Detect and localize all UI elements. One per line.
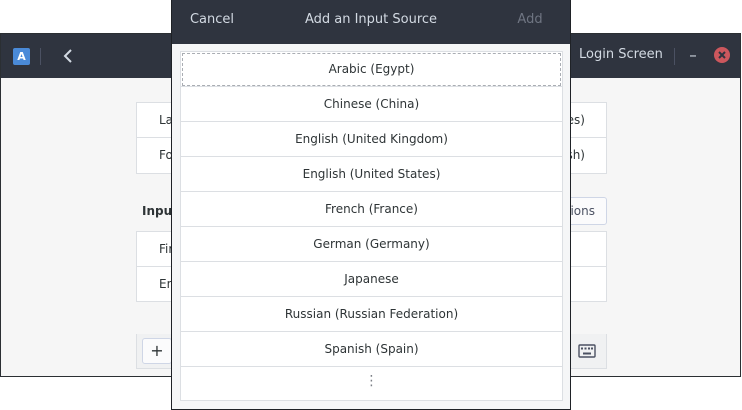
dialog-headerbar: Cancel Add an Input Source Add — [172, 0, 570, 44]
language-item-japanese[interactable]: Japanese — [181, 262, 562, 297]
language-item-chinese-china[interactable]: Chinese (China) — [181, 87, 562, 122]
language-item-german-germany[interactable]: German (Germany) — [181, 227, 562, 262]
app-icon: A — [13, 48, 30, 65]
header-separator — [674, 48, 675, 65]
language-item-arabic-egypt[interactable]: Arabic (Egypt) — [181, 52, 562, 87]
close-button[interactable] — [714, 47, 730, 63]
language-item-spanish-spain[interactable]: Spanish (Spain) — [181, 332, 562, 367]
add-input-source-dialog: Cancel Add an Input Source Add Arabic (E… — [171, 0, 571, 410]
language-list: Arabic (Egypt) Chinese (China) English (… — [180, 51, 563, 401]
login-screen-button[interactable]: Login Screen — [579, 47, 663, 62]
header-separator — [40, 48, 41, 65]
more-options-icon[interactable]: ⋮ — [181, 367, 562, 398]
add-input-source-button[interactable]: + — [142, 338, 172, 364]
language-item-english-us[interactable]: English (United States) — [181, 157, 562, 192]
minimize-button[interactable]: – — [684, 44, 702, 66]
language-item-russian[interactable]: Russian (Russian Federation) — [181, 297, 562, 332]
language-item-french-france[interactable]: French (France) — [181, 192, 562, 227]
language-item-english-uk[interactable]: English (United Kingdom) — [181, 122, 562, 157]
keyboard-icon[interactable] — [578, 343, 596, 362]
cancel-button[interactable]: Cancel — [172, 12, 252, 27]
close-icon — [718, 51, 726, 59]
add-button[interactable]: Add — [490, 12, 570, 27]
chevron-left-icon[interactable] — [59, 45, 79, 67]
